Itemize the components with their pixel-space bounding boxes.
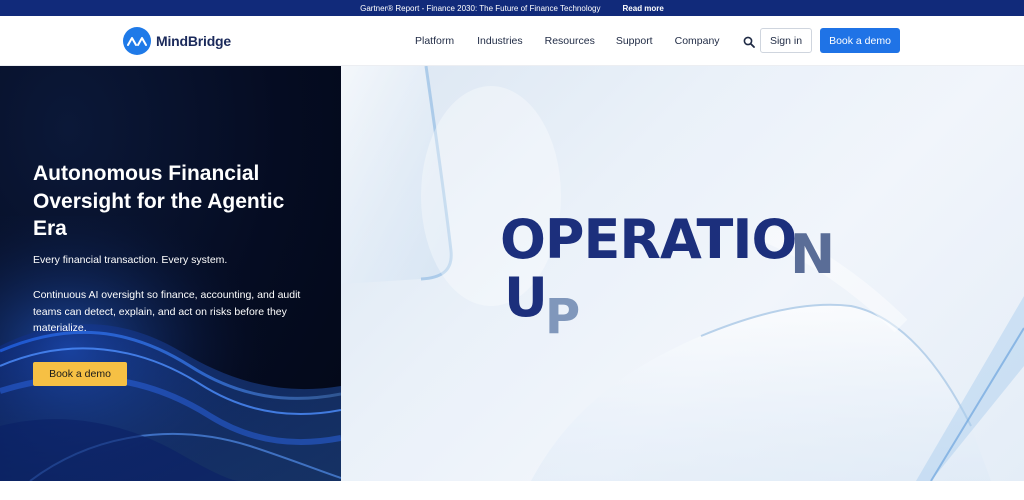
hero-subtitle: Every financial transaction. Every syste… — [33, 254, 228, 266]
site-header: MindBridge Platform Industries Resources… — [0, 16, 1024, 66]
visual-headline-p: P — [545, 289, 580, 345]
hero-title: Autonomous Financial Oversight for the A… — [33, 162, 285, 240]
visual-headline-operatio: OPERATIO — [500, 208, 797, 271]
nav-item-platform[interactable]: Platform — [415, 35, 454, 47]
read-more-link[interactable]: Read more — [623, 4, 664, 13]
visual-headline-u: U — [504, 266, 548, 329]
announcement-bar: Gartner® Report - Finance 2030: The Futu… — [0, 0, 1024, 16]
page-bottom-strip — [0, 481, 1024, 500]
logo-icon — [123, 27, 151, 55]
book-demo-button[interactable]: Book a demo — [820, 28, 900, 53]
hero-left-panel: Autonomous Financial Oversight for the A… — [0, 66, 341, 481]
logo[interactable]: MindBridge — [123, 27, 231, 55]
nav-item-support[interactable]: Support — [616, 35, 653, 47]
logo-text: MindBridge — [156, 33, 231, 49]
hero-book-demo-button[interactable]: Book a demo — [33, 362, 127, 386]
sign-in-button[interactable]: Sign in — [760, 28, 812, 53]
nav-item-resources[interactable]: Resources — [545, 35, 595, 47]
announcement-text: Gartner® Report - Finance 2030: The Futu… — [360, 3, 601, 13]
hero-description: Continuous AI oversight so finance, acco… — [33, 289, 301, 334]
nav-item-industries[interactable]: Industries — [477, 35, 523, 47]
visual-headline-n: N — [790, 223, 835, 286]
search-icon[interactable] — [743, 36, 755, 48]
hero-section: Autonomous Financial Oversight for the A… — [0, 66, 1024, 481]
nav-item-company[interactable]: Company — [675, 35, 720, 47]
main-nav: Platform Industries Resources Support Co… — [415, 35, 720, 47]
hero-visual-panel: OPERATIO N U P — [341, 66, 1024, 481]
hero-wave-graphic — [0, 216, 341, 481]
glass-panel-graphic — [341, 66, 1024, 481]
